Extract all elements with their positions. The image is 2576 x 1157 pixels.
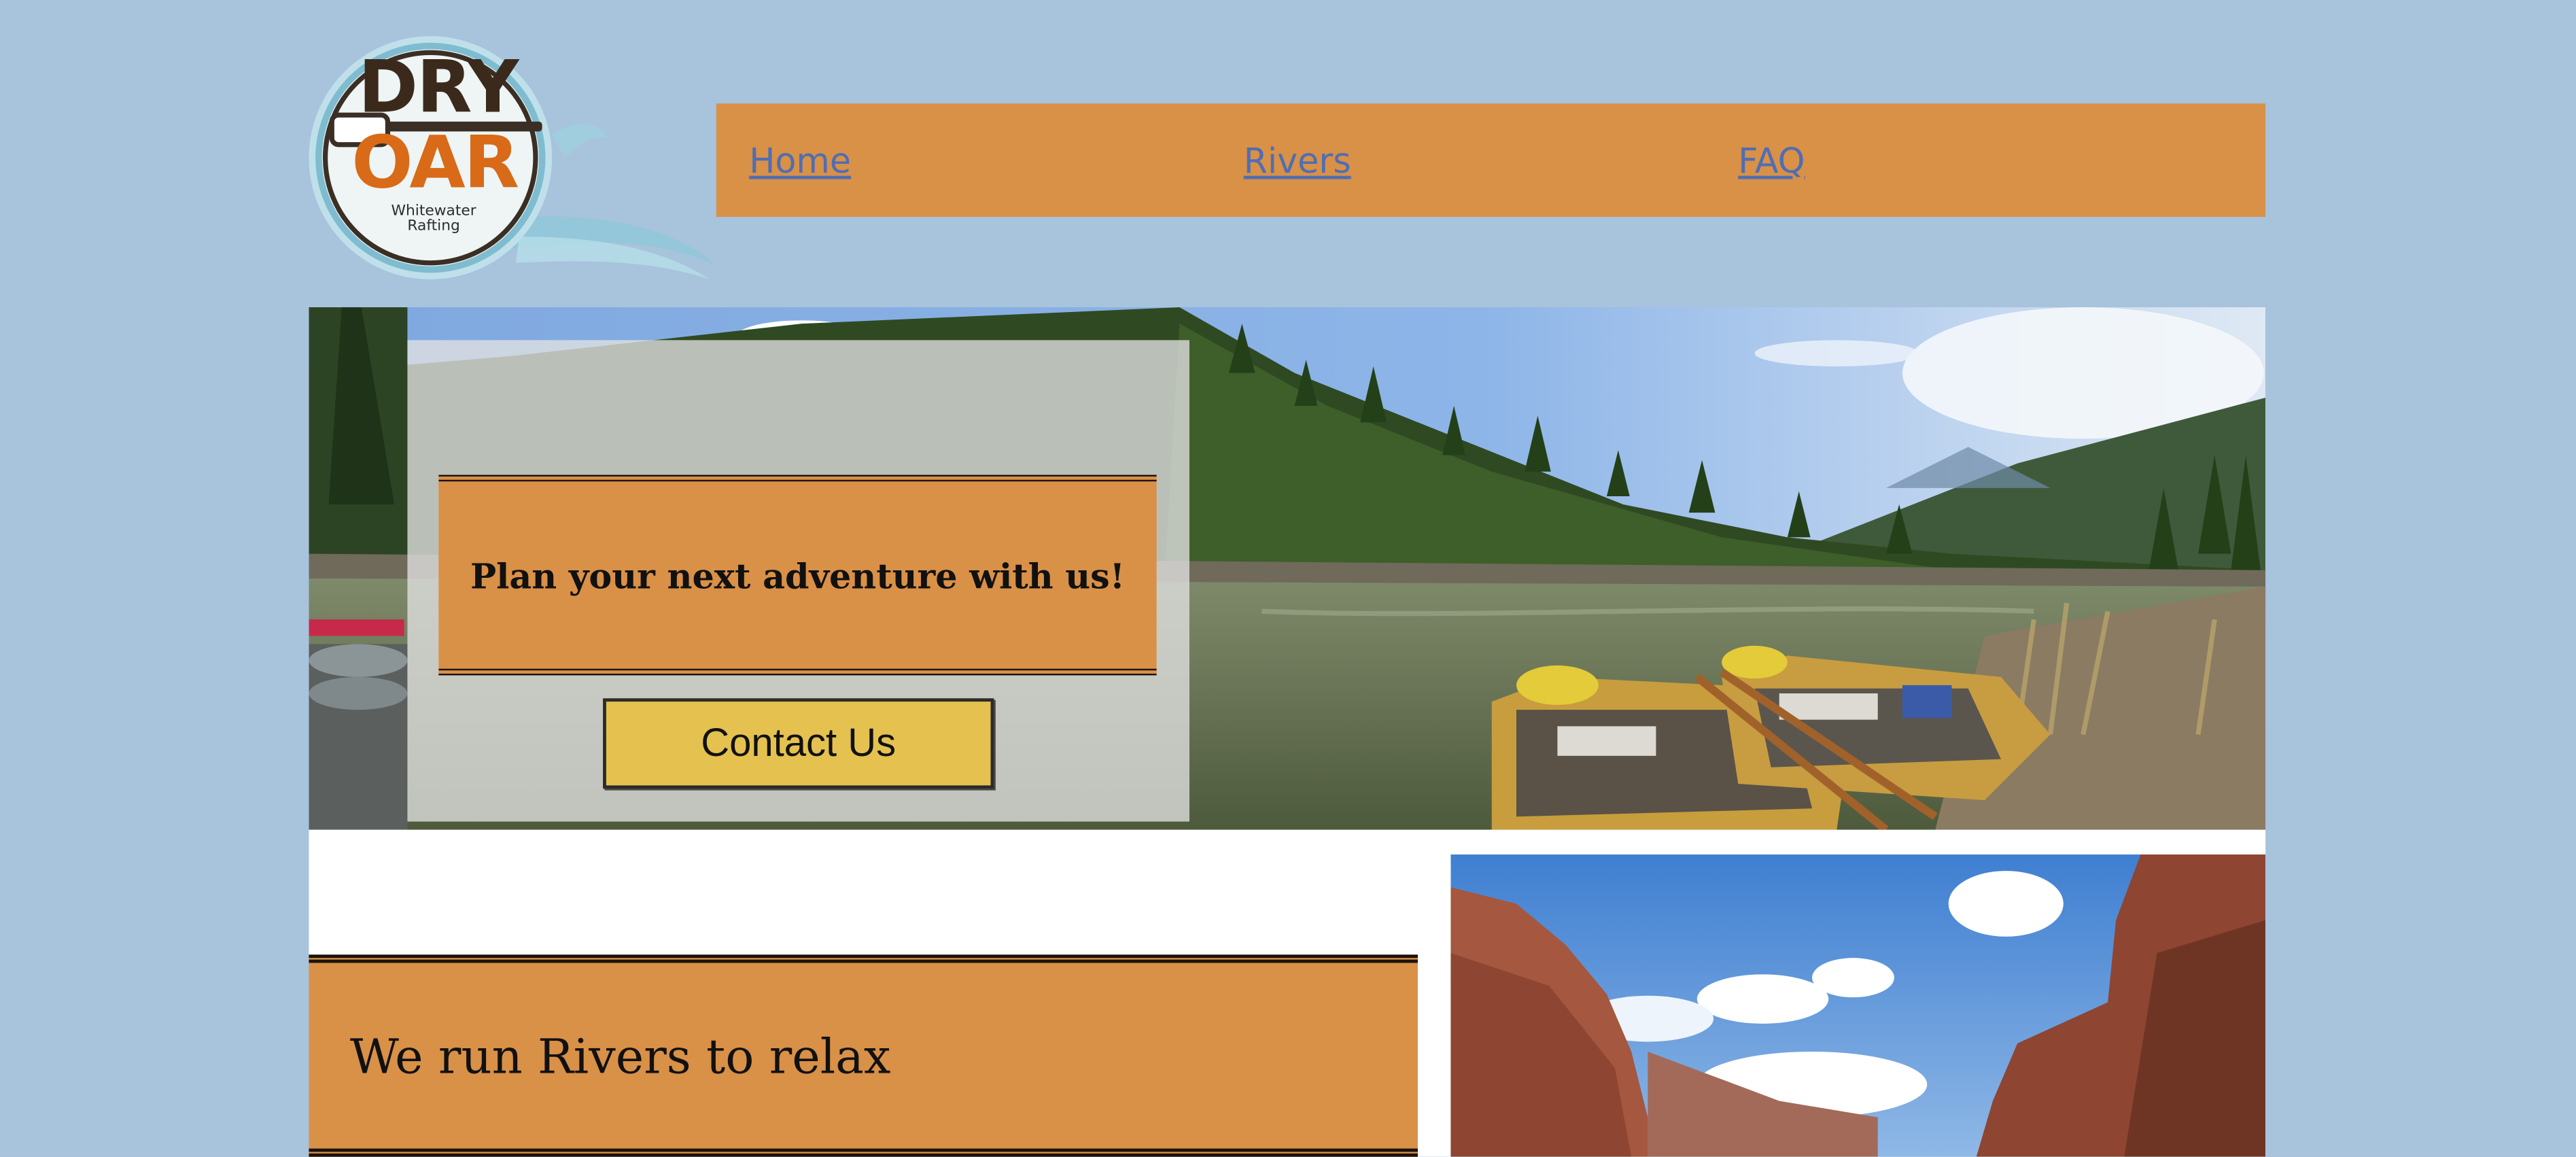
logo-text-oar: OAR xyxy=(351,121,519,206)
logo-subtitle-line2: Rafting xyxy=(407,218,460,235)
logo-subtitle-line1: Whitewater xyxy=(391,203,476,220)
hero-banner: Plan your next adventure with us! Contac… xyxy=(309,307,2266,830)
canyon-image xyxy=(1450,854,2266,1157)
page: DRY OAR Whitewater Rafting Home Rivers F… xyxy=(0,0,2576,1157)
hero-overlay-panel: Plan your next adventure with us! Contac… xyxy=(407,340,1189,822)
hero-tagline: Plan your next adventure with us! xyxy=(470,554,1126,596)
nav-link-rivers[interactable]: Rivers xyxy=(1244,138,1351,184)
nav-link-home[interactable]: Home xyxy=(749,138,851,184)
canyon-photo xyxy=(1450,854,2266,1157)
tagline-box: Plan your next adventure with us! xyxy=(438,474,1157,676)
logo-text-dry: DRY xyxy=(358,46,519,130)
section-heading-box: We run Rivers to relax xyxy=(309,954,1418,1157)
main-nav: Home Rivers FAQ xyxy=(716,103,2266,218)
contact-us-button[interactable]: Contact Us xyxy=(603,698,994,789)
brand-logo[interactable]: DRY OAR Whitewater Rafting xyxy=(306,20,720,303)
nav-link-faq[interactable]: FAQ xyxy=(1738,138,1805,184)
section-heading: We run Rivers to relax xyxy=(349,1029,891,1085)
